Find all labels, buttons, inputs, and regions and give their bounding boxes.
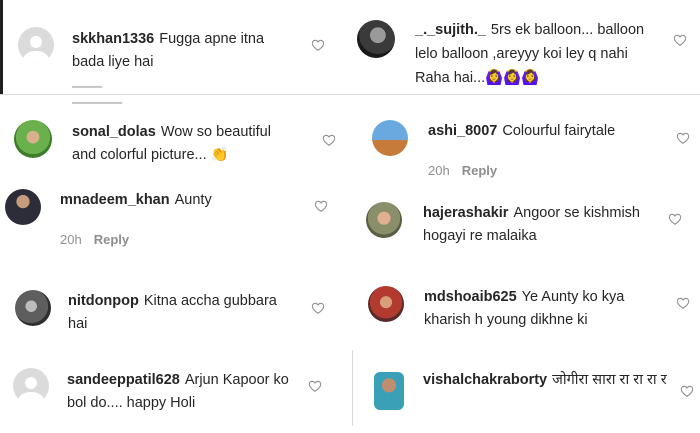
comment-body: sandeeppatil628 Arjun Kapoor ko bol do...… [67,369,297,415]
comment-username[interactable]: vishalchakraborty [423,372,547,388]
heart-icon[interactable] [668,212,682,226]
comment-body: ashi_8007 Colourful fairytale [428,120,658,143]
user-avatar[interactable] [372,120,408,156]
user-avatar[interactable] [357,20,395,58]
comment-body: _._sujith._ 5rs ek balloon... balloon lel… [415,18,665,90]
comment-text: Colourful fairytale [502,123,616,139]
comment-username[interactable]: sonal_dolas [72,124,156,140]
comment-username[interactable]: _._sujith._ [415,22,486,38]
heart-icon[interactable] [676,131,690,145]
comment-meta: 20h Reply [60,232,129,247]
comment-text: Aunty [174,192,212,208]
heart-icon[interactable] [673,33,687,47]
heart-icon[interactable] [680,384,694,398]
heart-icon[interactable] [676,296,690,310]
emoji: 🙆‍♀️🙆‍♀️🙆‍♀️ [485,70,540,86]
heart-icon[interactable] [311,301,325,315]
user-avatar[interactable] [15,290,51,326]
comment-username[interactable]: ashi_8007 [428,123,497,139]
user-avatar[interactable] [374,372,404,410]
reply-button[interactable]: Reply [462,163,497,178]
comment-body: mnadeem_khan Aunty [60,189,290,212]
comment-body: mdshoaib625 Ye Aunty ko kya kharish h you… [424,286,664,332]
timestamp: 20h [428,163,450,178]
comment-username[interactable]: nitdonpop [68,293,139,309]
reply-button[interactable]: Reply [94,232,129,247]
comment-text: जोगीरा सारा रा रा रा र [552,372,667,388]
left-edge-bar [0,0,3,95]
comment-username[interactable]: mdshoaib625 [424,289,517,305]
comment-body: skkhan1336 Fugga apne itna bada liye hai [72,28,272,74]
default-avatar-icon[interactable] [18,27,54,63]
cropped-metadata: ▔▔▔ ▔▔▔▔▔ [72,86,122,117]
default-avatar-icon[interactable] [13,368,49,404]
comment-body: nitdonpop Kitna accha gubbara hai [68,290,288,336]
comment-username[interactable]: skkhan1336 [72,31,154,47]
comment-meta: 20h Reply [428,163,497,178]
user-avatar[interactable] [368,286,404,322]
heart-icon[interactable] [311,38,325,52]
user-avatar[interactable] [366,202,402,238]
heart-icon[interactable] [308,379,322,393]
comment-username[interactable]: mnadeem_khan [60,192,170,208]
divider-horizontal [0,94,700,95]
comment-username[interactable]: hajerashakir [423,205,508,221]
comment-body: hajerashakir Angoor se kishmish hogayi re… [423,202,663,248]
comment-body: vishalchakraborty जोगीरा सारा रा रा रा र [423,369,668,392]
divider-vertical [352,350,353,426]
comment-username[interactable]: sandeeppatil628 [67,372,180,388]
comment-body: sonal_dolas Wow so beautiful and colorful… [72,121,287,167]
user-avatar[interactable] [5,189,41,225]
heart-icon[interactable] [314,199,328,213]
timestamp: 20h [60,232,82,247]
emoji: 👏 [210,147,229,163]
user-avatar[interactable] [14,120,52,158]
heart-icon[interactable] [322,133,336,147]
